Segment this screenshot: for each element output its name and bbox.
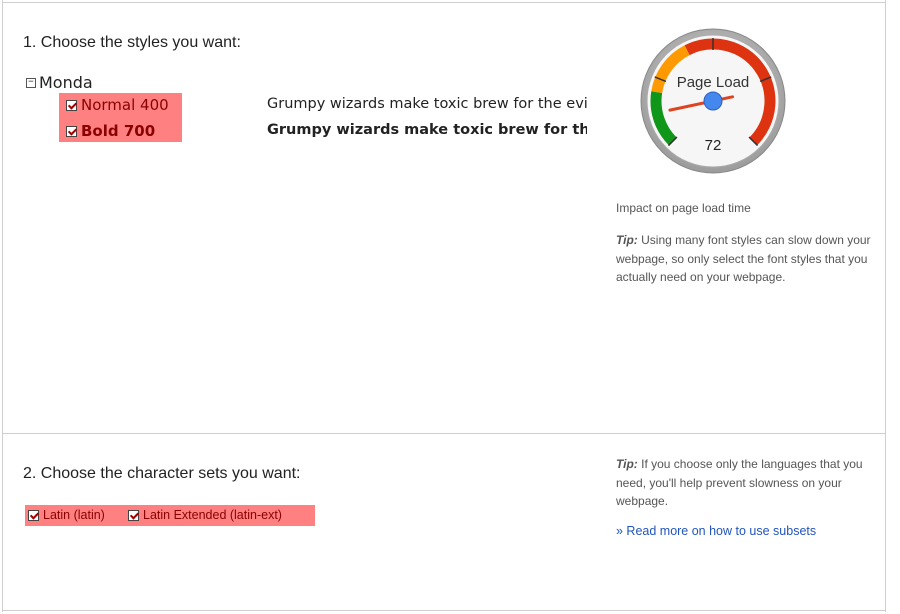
charset-latin-ext-label: Latin Extended (latin-ext) xyxy=(143,508,282,522)
style-bold-label: Bold 700 xyxy=(81,122,156,140)
charset-latin-checkbox[interactable] xyxy=(28,509,39,521)
subsets-link[interactable]: » Read more on how to use subsets xyxy=(616,524,816,538)
styles-tip-label: Tip: xyxy=(616,233,638,247)
charsets-tip-label: Tip: xyxy=(616,457,638,471)
styles-tip: Tip: Using many font styles can slow dow… xyxy=(616,231,876,287)
collapse-icon[interactable]: − xyxy=(26,77,36,88)
top-border xyxy=(2,2,886,3)
gauge-value: 72 xyxy=(705,137,722,154)
gauge-title: Page Load xyxy=(677,74,750,91)
style-normal-400[interactable]: Normal 400 xyxy=(66,96,169,114)
needle-cap xyxy=(703,91,723,111)
charsets-heading: 2. Choose the character sets you want: xyxy=(23,465,301,482)
font-family-toggle[interactable]: − Monda xyxy=(26,73,93,92)
preview-normal-text: Grumpy wizards make toxic brew for the e… xyxy=(267,96,587,112)
charset-latin[interactable]: Latin (latin) xyxy=(28,508,105,522)
page-load-gauge: Page Load 72 xyxy=(640,28,786,174)
impact-label: Impact on page load time xyxy=(616,201,751,215)
style-bold-700[interactable]: Bold 700 xyxy=(66,122,155,140)
charset-latin-ext-checkbox[interactable] xyxy=(128,509,139,521)
charset-latin-label: Latin (latin) xyxy=(43,508,105,522)
charsets-tip: Tip: If you choose only the languages th… xyxy=(616,455,876,511)
style-bold-checkbox[interactable] xyxy=(66,125,77,137)
section-divider xyxy=(2,433,886,434)
font-family-name: Monda xyxy=(39,73,93,92)
styles-heading: 1. Choose the styles you want: xyxy=(23,34,241,51)
style-normal-checkbox[interactable] xyxy=(66,99,77,111)
charset-latin-ext[interactable]: Latin Extended (latin-ext) xyxy=(128,508,282,522)
style-normal-label: Normal 400 xyxy=(81,96,169,114)
charsets-tip-text: If you choose only the languages that yo… xyxy=(616,457,863,508)
preview-bold-text: Grumpy wizards make toxic brew for the e… xyxy=(267,122,587,138)
bottom-border xyxy=(2,610,886,611)
styles-tip-text: Using many font styles can slow down you… xyxy=(616,233,871,284)
